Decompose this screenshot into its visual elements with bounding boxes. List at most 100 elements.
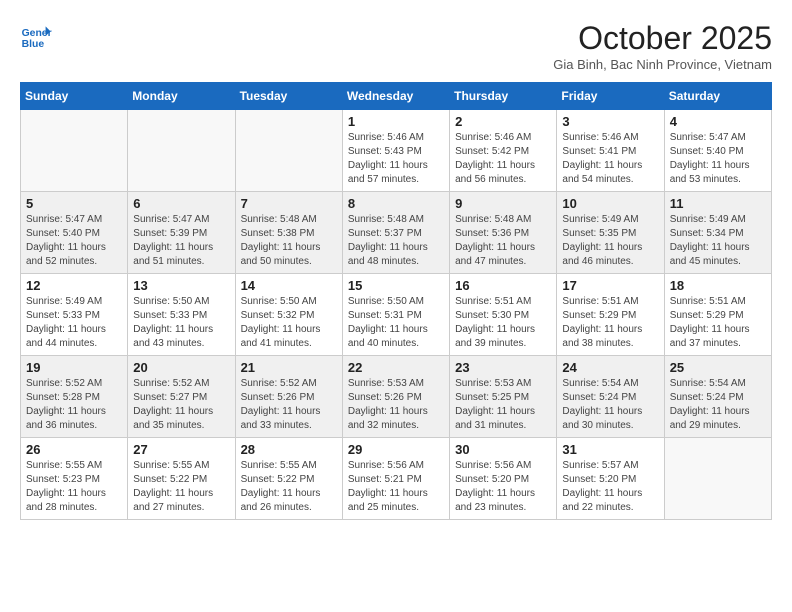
day-number: 25	[670, 360, 766, 375]
day-number: 17	[562, 278, 658, 293]
calendar-cell: 6Sunrise: 5:47 AMSunset: 5:39 PMDaylight…	[128, 192, 235, 274]
calendar-cell: 4 Sunrise: 5:47 AMSunset: 5:40 PMDaylight…	[664, 110, 771, 192]
weekday-header-friday: Friday	[557, 83, 664, 110]
day-number: 5	[26, 196, 122, 211]
day-info: Sunrise: 5:54 AMSunset: 5:24 PMDaylight:…	[670, 377, 766, 433]
weekday-header-monday: Monday	[128, 83, 235, 110]
day-info: Sunrise: 5:48 AMSunset: 5:38 PMDaylight:…	[241, 213, 337, 269]
page-header: General Blue October 2025 Gia Binh, Bac …	[20, 20, 772, 72]
day-info: Sunrise: 5:53 AMSunset: 5:26 PMDaylight:…	[348, 377, 444, 433]
calendar-cell: 28 Sunrise: 5:55 AMSunset: 5:22 PMDayligh…	[235, 438, 342, 520]
day-number: 14	[241, 278, 337, 293]
weekday-header-saturday: Saturday	[664, 83, 771, 110]
calendar-cell: 7 Sunrise: 5:48 AMSunset: 5:38 PMDaylight…	[235, 192, 342, 274]
day-info: Sunrise: 5:47 AMSunset: 5:40 PMDaylight:…	[26, 213, 122, 269]
calendar-cell: 26 Sunrise: 5:55 AMSunset: 5:23 PMDayligh…	[21, 438, 128, 520]
day-number: 19	[26, 360, 122, 375]
calendar-cell	[235, 110, 342, 192]
svg-text:Blue: Blue	[22, 39, 45, 50]
day-number: 10	[562, 196, 658, 211]
day-info: Sunrise: 5:56 AMSunset: 5:20 PMDaylight:…	[455, 459, 551, 515]
day-number: 7	[241, 196, 337, 211]
day-number: 13	[133, 278, 229, 293]
calendar-cell: 8Sunrise: 5:48 AMSunset: 5:37 PMDaylight…	[342, 192, 449, 274]
calendar-week-4: 19 Sunrise: 5:52 AMSunset: 5:28 PMDayligh…	[21, 356, 772, 438]
calendar-cell: 18 Sunrise: 5:51 AMSunset: 5:29 PMDayligh…	[664, 274, 771, 356]
day-number: 9	[455, 196, 551, 211]
day-info: Sunrise: 5:50 AMSunset: 5:31 PMDaylight:…	[348, 295, 444, 351]
day-info: Sunrise: 5:51 AMSunset: 5:30 PMDaylight:…	[455, 295, 551, 351]
calendar-cell: 15 Sunrise: 5:50 AMSunset: 5:31 PMDayligh…	[342, 274, 449, 356]
day-number: 26	[26, 442, 122, 457]
calendar-cell: 1Sunrise: 5:46 AMSunset: 5:43 PMDaylight…	[342, 110, 449, 192]
day-info: Sunrise: 5:52 AMSunset: 5:28 PMDaylight:…	[26, 377, 122, 433]
calendar-cell: 17Sunrise: 5:51 AMSunset: 5:29 PMDayligh…	[557, 274, 664, 356]
day-info: Sunrise: 5:53 AMSunset: 5:25 PMDaylight:…	[455, 377, 551, 433]
day-info: Sunrise: 5:49 AMSunset: 5:33 PMDaylight:…	[26, 295, 122, 351]
calendar-cell: 11Sunrise: 5:49 AMSunset: 5:34 PMDayligh…	[664, 192, 771, 274]
calendar-cell: 14 Sunrise: 5:50 AMSunset: 5:32 PMDayligh…	[235, 274, 342, 356]
calendar-cell: 2Sunrise: 5:46 AMSunset: 5:42 PMDaylight…	[450, 110, 557, 192]
weekday-header-row: SundayMondayTuesdayWednesdayThursdayFrid…	[21, 83, 772, 110]
day-info: Sunrise: 5:57 AMSunset: 5:20 PMDaylight:…	[562, 459, 658, 515]
weekday-header-sunday: Sunday	[21, 83, 128, 110]
calendar-cell: 19 Sunrise: 5:52 AMSunset: 5:28 PMDayligh…	[21, 356, 128, 438]
logo-icon: General Blue	[20, 20, 52, 52]
calendar-cell: 22 Sunrise: 5:53 AMSunset: 5:26 PMDayligh…	[342, 356, 449, 438]
calendar-cell: 31Sunrise: 5:57 AMSunset: 5:20 PMDayligh…	[557, 438, 664, 520]
month-title: October 2025	[553, 20, 772, 57]
day-number: 20	[133, 360, 229, 375]
calendar-table: SundayMondayTuesdayWednesdayThursdayFrid…	[20, 82, 772, 520]
calendar-cell: 3 Sunrise: 5:46 AMSunset: 5:41 PMDaylight…	[557, 110, 664, 192]
calendar-cell: 21Sunrise: 5:52 AMSunset: 5:26 PMDayligh…	[235, 356, 342, 438]
calendar-cell: 24 Sunrise: 5:54 AMSunset: 5:24 PMDayligh…	[557, 356, 664, 438]
day-number: 30	[455, 442, 551, 457]
calendar-cell: 16 Sunrise: 5:51 AMSunset: 5:30 PMDayligh…	[450, 274, 557, 356]
weekday-header-tuesday: Tuesday	[235, 83, 342, 110]
calendar-cell: 13 Sunrise: 5:50 AMSunset: 5:33 PMDayligh…	[128, 274, 235, 356]
day-number: 24	[562, 360, 658, 375]
day-info: Sunrise: 5:50 AMSunset: 5:33 PMDaylight:…	[133, 295, 229, 351]
day-info: Sunrise: 5:47 AMSunset: 5:40 PMDaylight:…	[670, 131, 766, 187]
day-info: Sunrise: 5:49 AMSunset: 5:35 PMDaylight:…	[562, 213, 658, 269]
calendar-cell: 20 Sunrise: 5:52 AMSunset: 5:27 PMDayligh…	[128, 356, 235, 438]
day-number: 18	[670, 278, 766, 293]
day-info: Sunrise: 5:48 AMSunset: 5:36 PMDaylight:…	[455, 213, 551, 269]
day-info: Sunrise: 5:54 AMSunset: 5:24 PMDaylight:…	[562, 377, 658, 433]
day-number: 6	[133, 196, 229, 211]
day-info: Sunrise: 5:51 AMSunset: 5:29 PMDaylight:…	[670, 295, 766, 351]
day-number: 28	[241, 442, 337, 457]
day-info: Sunrise: 5:46 AMSunset: 5:41 PMDaylight:…	[562, 131, 658, 187]
day-info: Sunrise: 5:56 AMSunset: 5:21 PMDaylight:…	[348, 459, 444, 515]
day-info: Sunrise: 5:55 AMSunset: 5:22 PMDaylight:…	[241, 459, 337, 515]
day-number: 11	[670, 196, 766, 211]
day-number: 27	[133, 442, 229, 457]
day-number: 21	[241, 360, 337, 375]
calendar-cell: 29 Sunrise: 5:56 AMSunset: 5:21 PMDayligh…	[342, 438, 449, 520]
weekday-header-thursday: Thursday	[450, 83, 557, 110]
calendar-cell: 23Sunrise: 5:53 AMSunset: 5:25 PMDayligh…	[450, 356, 557, 438]
day-number: 22	[348, 360, 444, 375]
calendar-cell: 10 Sunrise: 5:49 AMSunset: 5:35 PMDayligh…	[557, 192, 664, 274]
day-number: 3	[562, 114, 658, 129]
calendar-cell: 12 Sunrise: 5:49 AMSunset: 5:33 PMDayligh…	[21, 274, 128, 356]
day-number: 12	[26, 278, 122, 293]
day-info: Sunrise: 5:52 AMSunset: 5:27 PMDaylight:…	[133, 377, 229, 433]
day-info: Sunrise: 5:48 AMSunset: 5:37 PMDaylight:…	[348, 213, 444, 269]
day-number: 29	[348, 442, 444, 457]
day-info: Sunrise: 5:55 AMSunset: 5:23 PMDaylight:…	[26, 459, 122, 515]
day-number: 15	[348, 278, 444, 293]
calendar-cell: 5 Sunrise: 5:47 AMSunset: 5:40 PMDaylight…	[21, 192, 128, 274]
calendar-week-2: 5 Sunrise: 5:47 AMSunset: 5:40 PMDaylight…	[21, 192, 772, 274]
calendar-cell	[664, 438, 771, 520]
calendar-cell	[128, 110, 235, 192]
day-number: 16	[455, 278, 551, 293]
calendar-week-5: 26 Sunrise: 5:55 AMSunset: 5:23 PMDayligh…	[21, 438, 772, 520]
location: Gia Binh, Bac Ninh Province, Vietnam	[553, 57, 772, 72]
logo: General Blue	[20, 20, 52, 52]
day-info: Sunrise: 5:50 AMSunset: 5:32 PMDaylight:…	[241, 295, 337, 351]
day-number: 4	[670, 114, 766, 129]
calendar-cell	[21, 110, 128, 192]
calendar-cell: 27Sunrise: 5:55 AMSunset: 5:22 PMDayligh…	[128, 438, 235, 520]
calendar-cell: 30 Sunrise: 5:56 AMSunset: 5:20 PMDayligh…	[450, 438, 557, 520]
